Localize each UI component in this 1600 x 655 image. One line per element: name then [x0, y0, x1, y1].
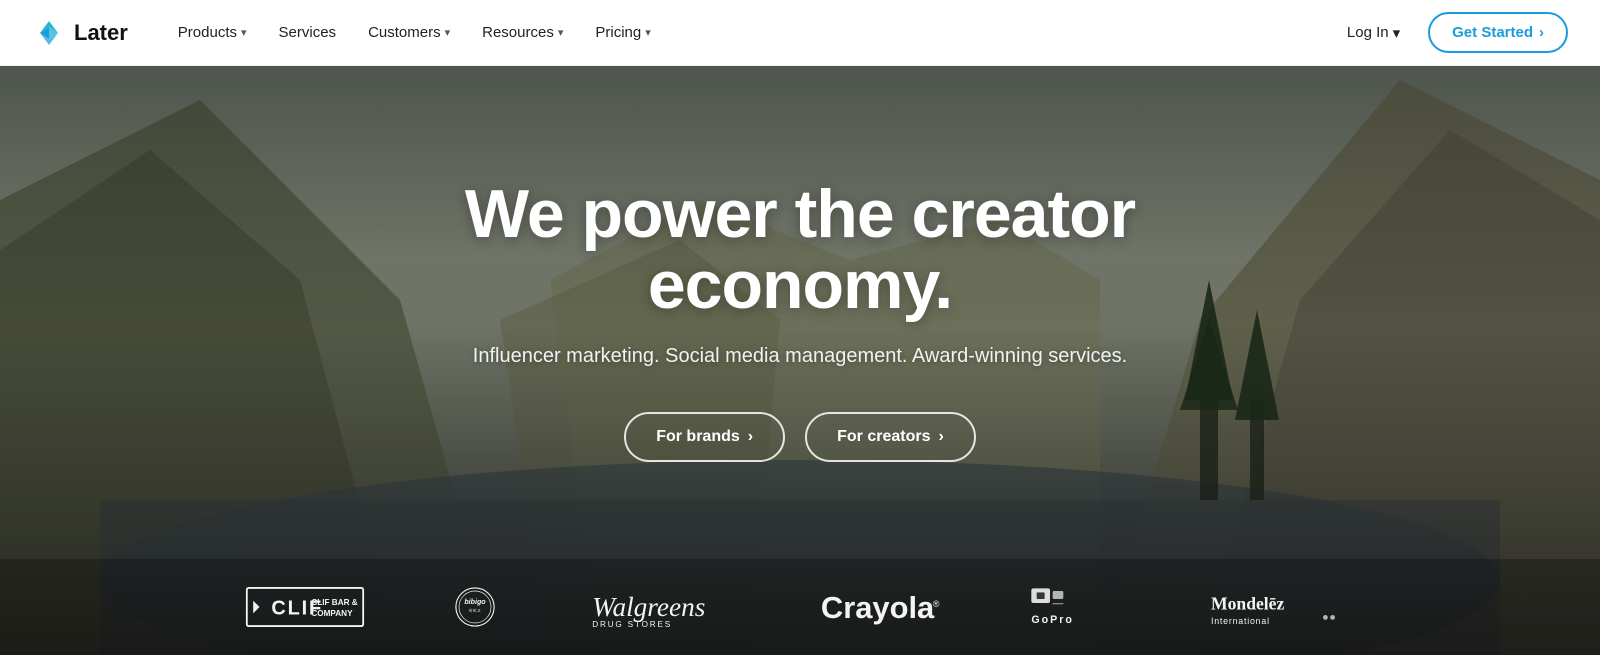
svg-text:Crayola: Crayola — [821, 590, 935, 625]
arrow-right-icon: › — [938, 428, 943, 446]
hero-content: We power the creator economy. Influencer… — [350, 113, 1250, 543]
chevron-down-icon: ▾ — [558, 26, 564, 39]
nav-pricing[interactable]: Pricing ▾ — [581, 16, 664, 49]
svg-text:비비고: 비비고 — [469, 607, 481, 613]
clif-bar-logo: CLIF CLIF BAR & COMPANY — [240, 587, 370, 627]
navbar: Later Products ▾ Services Customers ▾ Re… — [0, 0, 1600, 66]
nav-links: Products ▾ Services Customers ▾ Resource… — [164, 16, 1331, 49]
crayola-logo: Crayola ® — [810, 587, 950, 627]
walgreens-logo: Walgreens DRUG STORES — [580, 587, 750, 627]
svg-text:DRUG STORES: DRUG STORES — [592, 620, 672, 627]
nav-right: Log In ▾ Get Started › — [1331, 12, 1568, 53]
gopro-logo: GoPro — [1010, 587, 1130, 627]
arrow-right-icon: › — [748, 428, 753, 446]
hero-title: We power the creator economy. — [350, 179, 1250, 322]
logo[interactable]: Later — [32, 19, 128, 47]
logo-text: Later — [74, 20, 128, 46]
login-button[interactable]: Log In ▾ — [1331, 16, 1416, 50]
hero-section: We power the creator economy. Influencer… — [0, 0, 1600, 655]
arrow-right-icon: › — [1539, 24, 1544, 41]
nav-services[interactable]: Services — [265, 16, 351, 49]
logo-icon — [32, 19, 66, 47]
svg-text:Walgreens: Walgreens — [592, 592, 705, 622]
brands-bar: CLIF CLIF BAR & COMPANY bibigo 비비고 Walgr… — [0, 559, 1600, 655]
for-creators-button[interactable]: For creators › — [805, 412, 976, 462]
svg-text:Mondelēz: Mondelēz — [1211, 593, 1284, 613]
chevron-down-icon: ▾ — [445, 26, 451, 39]
chevron-down-icon: ▾ — [241, 26, 247, 39]
bibigo-logo: bibigo 비비고 — [430, 587, 520, 627]
svg-text:GoPro: GoPro — [1031, 614, 1074, 626]
hero-subtitle: Influencer marketing. Social media manag… — [473, 345, 1127, 368]
svg-text:COMPANY: COMPANY — [311, 609, 353, 618]
svg-text:CLIF BAR &: CLIF BAR & — [311, 598, 357, 607]
svg-text:International: International — [1211, 616, 1270, 626]
svg-text:bibigo: bibigo — [464, 598, 486, 606]
chevron-down-icon: ▾ — [1393, 24, 1401, 42]
mondelez-logo: Mondelēz International — [1190, 587, 1360, 627]
for-brands-button[interactable]: For brands › — [624, 412, 785, 462]
nav-products[interactable]: Products ▾ — [164, 16, 261, 49]
get-started-button[interactable]: Get Started › — [1428, 12, 1568, 53]
svg-text:®: ® — [933, 599, 940, 609]
hero-ctas: For brands › For creators › — [624, 412, 976, 462]
chevron-down-icon: ▾ — [645, 26, 651, 39]
nav-customers[interactable]: Customers ▾ — [354, 16, 464, 49]
nav-resources[interactable]: Resources ▾ — [468, 16, 577, 49]
